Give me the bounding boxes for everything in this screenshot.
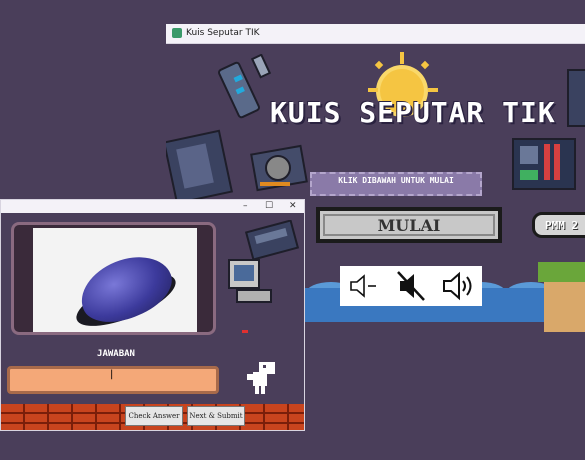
start-button[interactable]: MULAI [316, 207, 502, 243]
start-button-label: MULAI [377, 215, 441, 235]
pmm-badge: PMM 2 [532, 212, 585, 238]
speaker-mute-icon [397, 271, 425, 301]
dino-icon [247, 362, 275, 394]
volume-up-button[interactable] [436, 266, 482, 306]
subtitle-text: KLIK DIBAWAH UNTUK MULAI [338, 176, 454, 185]
check-answer-button[interactable]: Check Answer [125, 406, 183, 426]
sun-ray [368, 88, 378, 92]
sun-ray [420, 60, 430, 70]
next-submit-button[interactable]: Next & Submit [187, 406, 245, 426]
question-window: – ☐ ✕ JAWABAN | Check Answer Next & Subm… [0, 199, 305, 431]
sun-ray [400, 52, 404, 64]
sun-ray [374, 60, 384, 70]
answer-input[interactable]: | [7, 366, 219, 394]
pc-case-icon [166, 129, 234, 205]
answer-label: JAWABAN [97, 349, 135, 359]
question-image [33, 228, 197, 337]
question-title-bar: – ☐ ✕ [1, 200, 304, 213]
minimize-button[interactable]: – [243, 201, 248, 211]
speaker-wave-icon [443, 271, 472, 301]
speaker-minus-icon [350, 274, 376, 298]
motherboard-icon [512, 138, 576, 190]
graphics-card-icon [250, 144, 308, 192]
close-button[interactable]: ✕ [289, 201, 297, 211]
window-title: Kuis Seputar TIK [186, 28, 260, 38]
device-edge-icon [567, 69, 585, 127]
mute-button[interactable] [388, 266, 434, 306]
banner-title: KUIS SEPUTAR TIK [270, 96, 556, 129]
app-icon [172, 28, 182, 38]
grass-block-top [538, 262, 585, 282]
main-title-bar: Kuis Seputar TIK [166, 24, 585, 44]
retro-computer-icon [228, 259, 272, 303]
volume-down-button[interactable] [340, 266, 386, 306]
laptop-icon [245, 220, 300, 260]
indicator-dot [242, 330, 248, 333]
sun-ray [428, 88, 438, 92]
maximize-button[interactable]: ☐ [265, 201, 273, 211]
volume-controls [340, 266, 482, 306]
